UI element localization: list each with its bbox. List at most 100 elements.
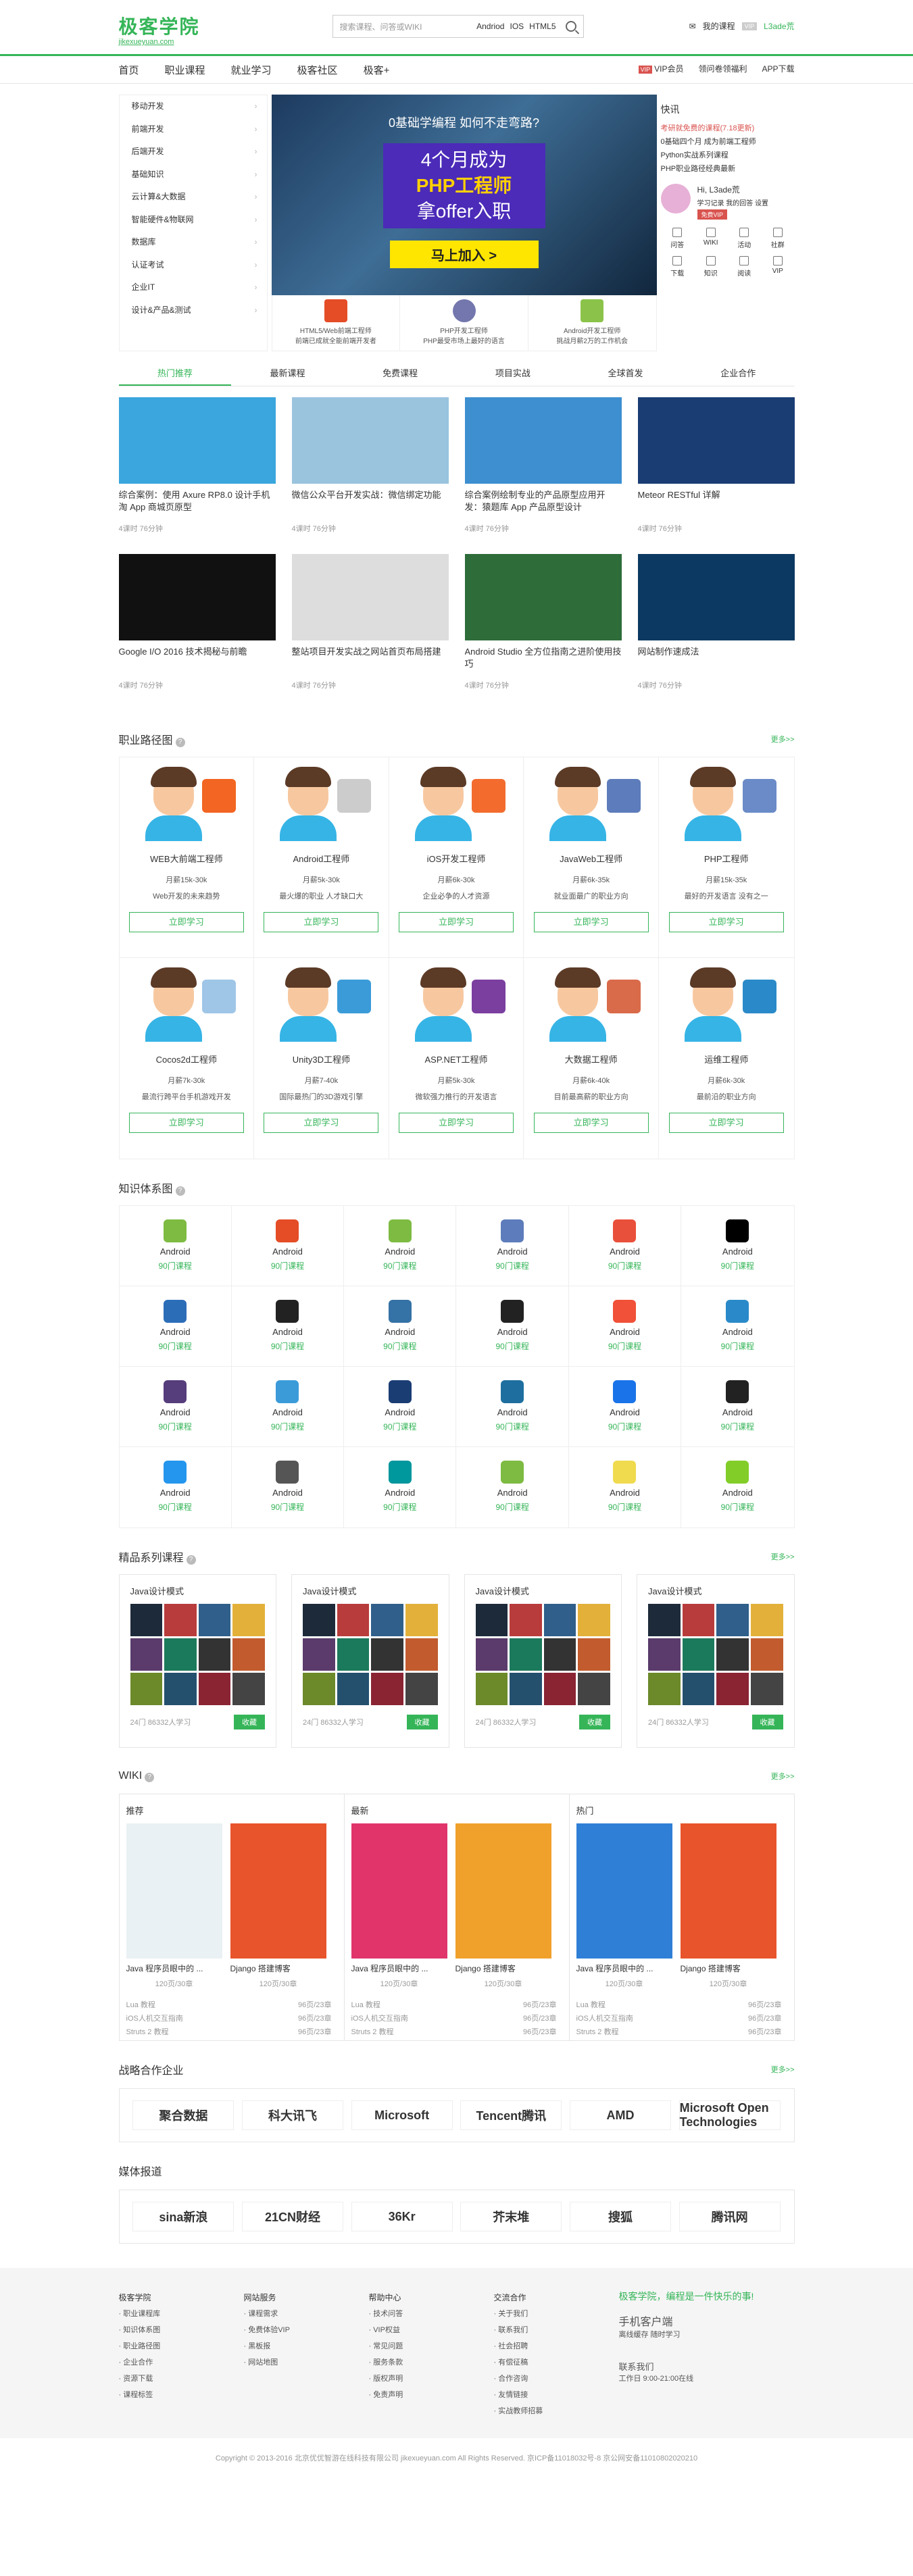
learn-now-button[interactable]: 立即学习 — [668, 912, 784, 932]
nav-item-career[interactable]: 职业课程 — [165, 63, 205, 77]
knowledge-card[interactable]: Android 90门课程 — [231, 1206, 345, 1286]
news-item[interactable]: Python实战系列课程 — [661, 149, 795, 162]
quick-link[interactable]: 阅读 — [728, 256, 762, 278]
more-link[interactable]: 更多>> — [771, 1771, 795, 1782]
course-card[interactable]: 综合案例绘制专业的产品原型应用开发：猿题库 App 产品原型设计 4课时 76分钟 — [464, 397, 622, 554]
series-card[interactable]: Java设计模式 24门 86332人学习 收藏 — [464, 1574, 622, 1748]
knowledge-card[interactable]: Android 90门课程 — [681, 1206, 794, 1286]
footer-link[interactable]: · 免责声明 — [369, 2387, 494, 2403]
series-title[interactable]: Java设计模式 — [476, 1584, 611, 1597]
footer-link[interactable]: · 关于我们 — [494, 2306, 619, 2322]
footer-link[interactable]: · 社会招聘 — [494, 2338, 619, 2354]
banner-image[interactable]: 0基础学编程 如何不走弯路? 4个月成为 PHP工程师 拿offer入职 马上加入 … — [271, 95, 657, 295]
series-mosaic[interactable] — [303, 1604, 438, 1705]
footer-link[interactable]: · 职业路径图 — [119, 2338, 244, 2354]
news-item[interactable]: PHP职业路径经典最新 — [661, 162, 795, 176]
learn-now-button[interactable]: 立即学习 — [264, 912, 379, 932]
book-cover[interactable] — [455, 1823, 551, 1959]
nav-item-employment[interactable]: 就业学习 — [231, 63, 272, 77]
media-logo[interactable]: 搜狐 — [569, 2202, 671, 2231]
media-logo[interactable]: 腾讯网 — [678, 2202, 781, 2231]
wiki-list-item[interactable]: iOS人机交互指南 96页/23章 — [576, 2012, 787, 2025]
wiki-book[interactable]: Java 程序员眼中的 ... 120页/30章 — [576, 1823, 672, 1989]
wiki-list-item[interactable]: Struts 2 教程 96页/23章 — [126, 2025, 337, 2039]
knowledge-card[interactable]: Android 90门课程 — [232, 1447, 345, 1527]
course-title[interactable]: 网站制作速成法 — [638, 646, 795, 670]
book-cover[interactable] — [351, 1823, 447, 1959]
news-item[interactable]: 考研就免费的课程(7.18更新) — [661, 122, 795, 135]
knowledge-card[interactable]: Android 90门课程 — [681, 1447, 793, 1527]
banner-join-button[interactable]: 马上加入 > — [389, 241, 539, 268]
knowledge-card[interactable]: Android 90门课程 — [456, 1286, 569, 1367]
category-item[interactable]: 企业IT › — [120, 276, 267, 299]
wiki-list-item[interactable]: Lua 教程 96页/23章 — [351, 1998, 562, 2012]
course-card[interactable]: Google I/O 2016 技术揭秘与前瞻 4课时 76分钟 — [118, 554, 276, 711]
learn-now-button[interactable]: 立即学习 — [398, 1113, 514, 1133]
banner-card-html5[interactable]: HTML5/Web前端工程师 前端已成就全能前端开发者 — [272, 295, 401, 351]
course-card[interactable]: 微信公众平台开发实战：微信绑定功能 4课时 76分钟 — [291, 397, 449, 554]
category-item[interactable]: 前端开发 › — [120, 118, 267, 141]
more-link[interactable]: 更多>> — [771, 734, 795, 744]
quick-link[interactable]: 下载 — [661, 256, 695, 278]
wiki-book[interactable]: Django 搭建博客 120页/30章 — [455, 1823, 551, 1989]
category-item[interactable]: 移动开发 › — [120, 95, 267, 118]
series-mosaic[interactable] — [130, 1604, 265, 1705]
knowledge-card[interactable]: Android 90门课程 — [456, 1206, 569, 1286]
site-logo[interactable]: 极客学院 jikexueyuan.com — [119, 12, 200, 46]
partner-logo[interactable]: Tencent腾讯 — [460, 2100, 562, 2130]
category-item[interactable]: 智能硬件&物联网 › — [120, 209, 267, 232]
footer-link[interactable]: · 实战教师招募 — [494, 2403, 619, 2419]
news-item[interactable]: 0基础四个月 成为前端工程师 — [661, 135, 795, 149]
search-input[interactable]: 搜索课程、问答或WIKI — [340, 21, 472, 32]
course-thumbnail[interactable] — [637, 397, 795, 484]
knowledge-card[interactable]: Android 90门课程 — [231, 1367, 345, 1447]
course-title[interactable]: Meteor RESTful 详解 — [638, 489, 795, 513]
quick-link[interactable]: 问答 — [661, 228, 695, 249]
free-vip-button[interactable]: 免费VIP — [697, 209, 728, 220]
knowledge-card[interactable]: Android 90门课程 — [119, 1286, 232, 1367]
series-mosaic[interactable] — [648, 1604, 783, 1705]
course-thumbnail[interactable] — [118, 554, 276, 640]
course-thumbnail[interactable] — [464, 554, 622, 640]
search-icon[interactable] — [565, 21, 576, 32]
partner-logo[interactable]: 聚合数据 — [132, 2100, 235, 2130]
course-thumbnail[interactable] — [291, 397, 449, 484]
footer-link[interactable]: · 技术问答 — [369, 2306, 494, 2322]
knowledge-card[interactable]: Android 90门课程 — [344, 1286, 457, 1367]
course-thumbnail[interactable] — [637, 554, 795, 640]
series-title[interactable]: Java设计模式 — [648, 1584, 783, 1597]
course-title[interactable]: Android Studio 全方位指南之进阶使用技巧 — [465, 646, 622, 670]
more-link[interactable]: 更多>> — [771, 2064, 795, 2075]
course-card[interactable]: 整站项目开发实战之网站首页布局搭建 4课时 76分钟 — [291, 554, 449, 711]
learn-now-button[interactable]: 立即学习 — [128, 1113, 244, 1133]
tab[interactable]: 项目实战 — [457, 361, 570, 386]
knowledge-card[interactable]: Android 90门课程 — [231, 1286, 345, 1367]
book-cover[interactable] — [126, 1823, 222, 1959]
footer-link[interactable]: · 课程需求 — [244, 2306, 369, 2322]
knowledge-card[interactable]: Android 90门课程 — [344, 1367, 457, 1447]
knowledge-card[interactable]: Android 90门课程 — [119, 1367, 232, 1447]
collect-button[interactable]: 收藏 — [751, 1715, 783, 1729]
book-name[interactable]: Django 搭建博客 — [681, 1963, 776, 1974]
course-card[interactable]: 网站制作速成法 4课时 76分钟 — [637, 554, 795, 711]
learn-now-button[interactable]: 立即学习 — [398, 912, 514, 932]
footer-link[interactable]: · 服务条款 — [369, 2354, 494, 2371]
media-logo[interactable]: 36Kr — [351, 2202, 453, 2231]
series-card[interactable]: Java设计模式 24门 86332人学习 收藏 — [118, 1574, 276, 1748]
series-card[interactable]: Java设计模式 24门 86332人学习 收藏 — [637, 1574, 795, 1748]
quick-link[interactable]: 活动 — [728, 228, 762, 249]
vip-link[interactable]: VIP VIP会员 — [638, 63, 683, 74]
avatar[interactable] — [660, 184, 691, 213]
series-card[interactable]: Java设计模式 24门 86332人学习 收藏 — [291, 1574, 449, 1748]
course-title[interactable]: 微信公众平台开发实战：微信绑定功能 — [292, 489, 449, 513]
search-box[interactable]: 搜索课程、问答或WIKI Andriod IOS HTML5 — [332, 15, 584, 38]
wiki-book[interactable]: Java 程序员眼中的 ... 120页/30章 — [351, 1823, 447, 1989]
course-title[interactable]: 综合案例：使用 Axure RP8.0 设计手机淘 App 商城页原型 — [119, 489, 276, 513]
learn-now-button[interactable]: 立即学习 — [533, 912, 649, 932]
tab[interactable]: 免费课程 — [344, 361, 457, 386]
book-cover[interactable] — [680, 1823, 776, 1959]
partner-logo[interactable]: 科大讯飞 — [241, 2100, 343, 2130]
quick-link[interactable]: VIP — [761, 256, 795, 278]
partner-logo[interactable]: Microsoft Open Technologies — [678, 2100, 781, 2130]
category-item[interactable]: 后端开发 › — [120, 141, 267, 163]
